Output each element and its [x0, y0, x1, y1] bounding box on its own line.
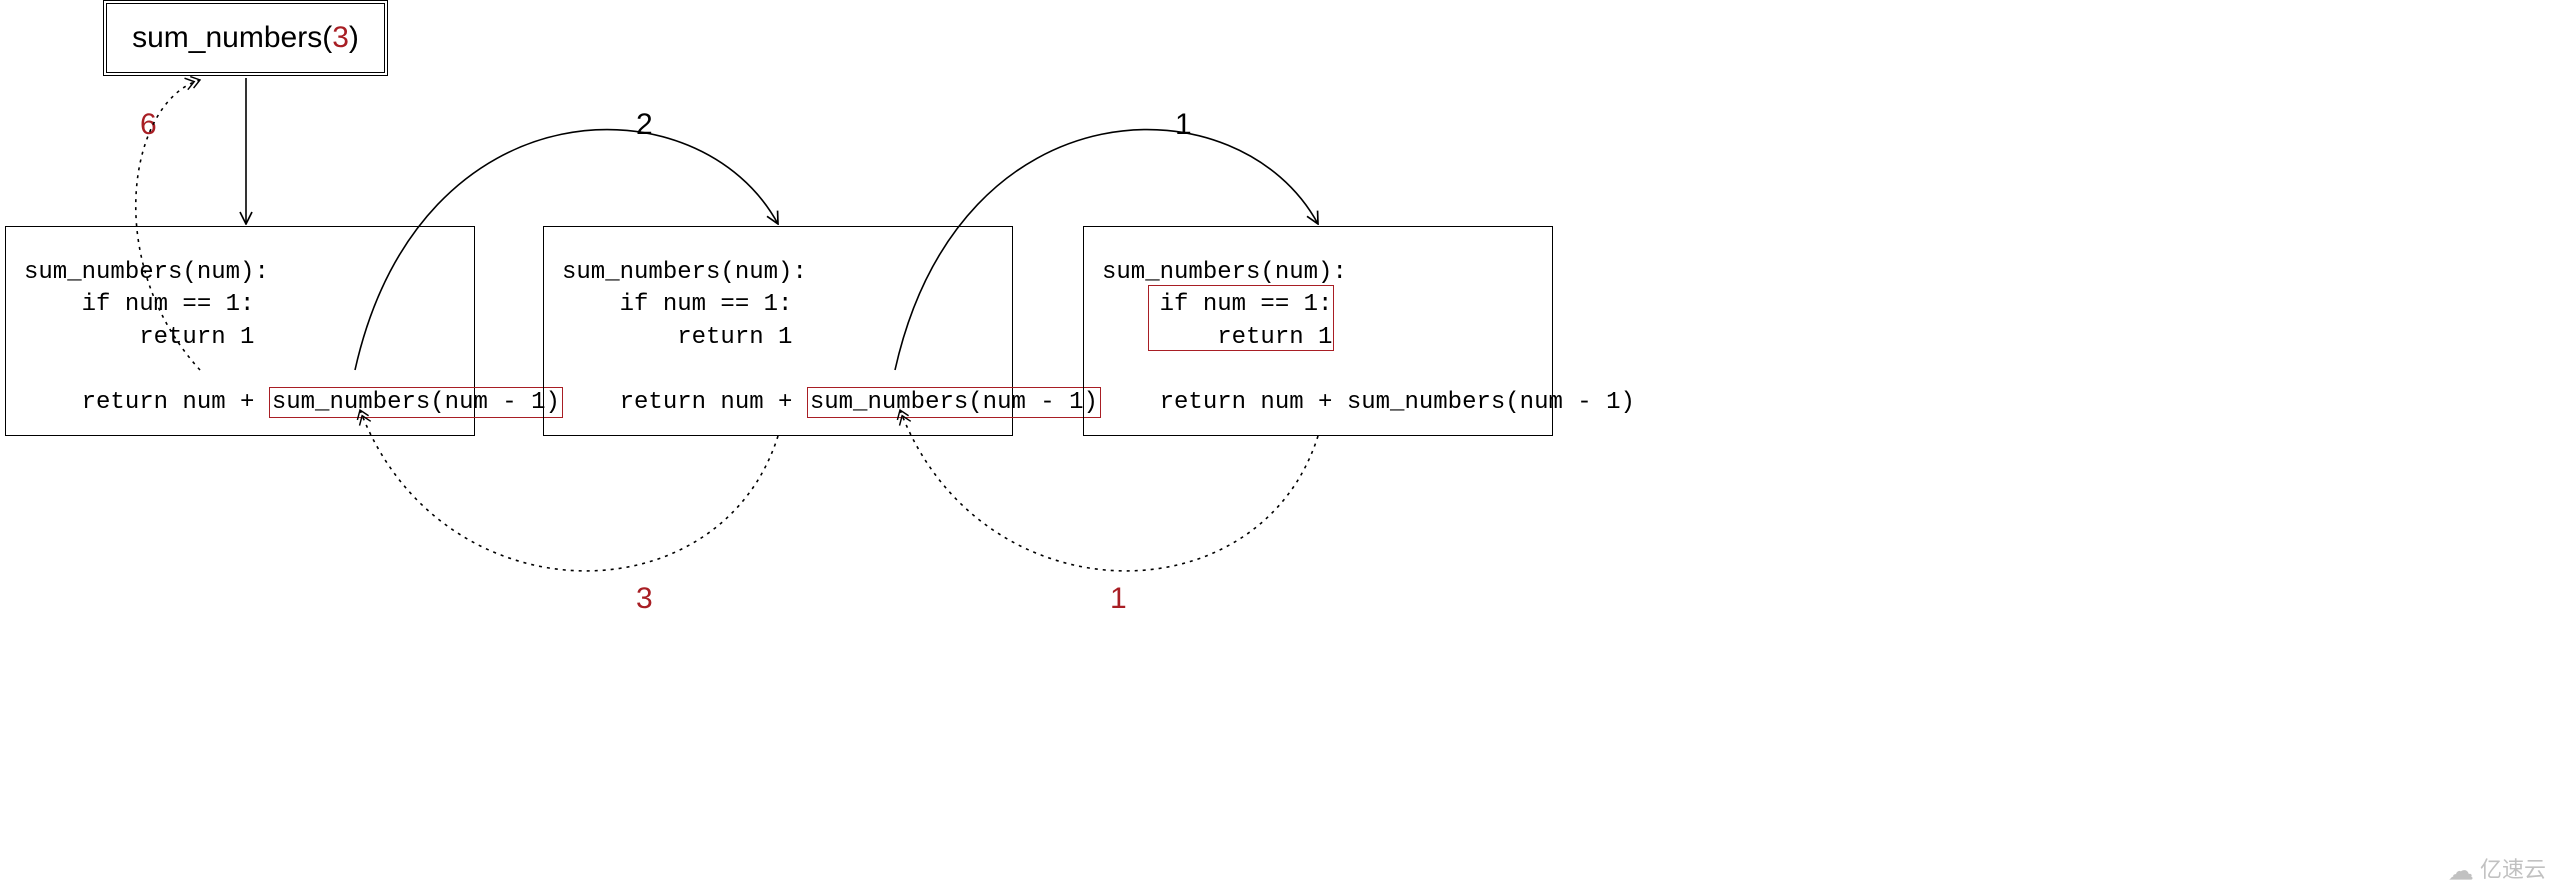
recursive-call-highlight-2: sum_numbers(num - 1)	[807, 387, 1101, 418]
forward-label-12: 2	[636, 108, 653, 142]
def-line2: if num == 1:	[24, 291, 254, 318]
recursion-frame-1: sum_numbers(num): if num == 1: return 1 …	[5, 226, 475, 436]
def-line4a: return num +	[24, 389, 269, 416]
watermark-text: 亿速云	[2480, 857, 2546, 882]
recursion-frame-2: sum_numbers(num): if num == 1: return 1 …	[543, 226, 1013, 436]
def-line3: return 1	[562, 324, 792, 351]
def-line4a: return num +	[1102, 389, 1347, 416]
watermark: ☁ 亿速云	[2448, 852, 2546, 887]
call-close: )	[349, 21, 359, 55]
call-arg: 3	[332, 21, 349, 55]
return-label-10: 6	[140, 108, 157, 142]
def-line1: sum_numbers(num):	[1102, 259, 1347, 286]
def-line1: sum_numbers(num):	[24, 259, 269, 286]
def-line3: return 1	[24, 324, 254, 351]
def-line4b: sum_numbers(num - 1)	[272, 389, 560, 416]
return-label-21: 3	[636, 582, 653, 616]
return-label-32: 1	[1110, 582, 1127, 616]
def-line1: sum_numbers(num):	[562, 259, 807, 286]
cloud-icon: ☁	[2448, 856, 2474, 886]
call-fn: sum_numbers(	[132, 21, 332, 55]
def-line2: if num == 1:	[562, 291, 792, 318]
recursive-call-highlight-1: sum_numbers(num - 1)	[269, 387, 563, 418]
def-line4a: return num +	[562, 389, 807, 416]
base-case-highlight	[1148, 285, 1334, 351]
def-line4b: sum_numbers(num - 1)	[810, 389, 1098, 416]
def-line4b: sum_numbers(num - 1)	[1347, 389, 1635, 416]
arrows-overlay	[0, 0, 2554, 891]
forward-label-23: 1	[1175, 108, 1192, 142]
initial-call-box: sum_numbers(3)	[103, 0, 388, 76]
